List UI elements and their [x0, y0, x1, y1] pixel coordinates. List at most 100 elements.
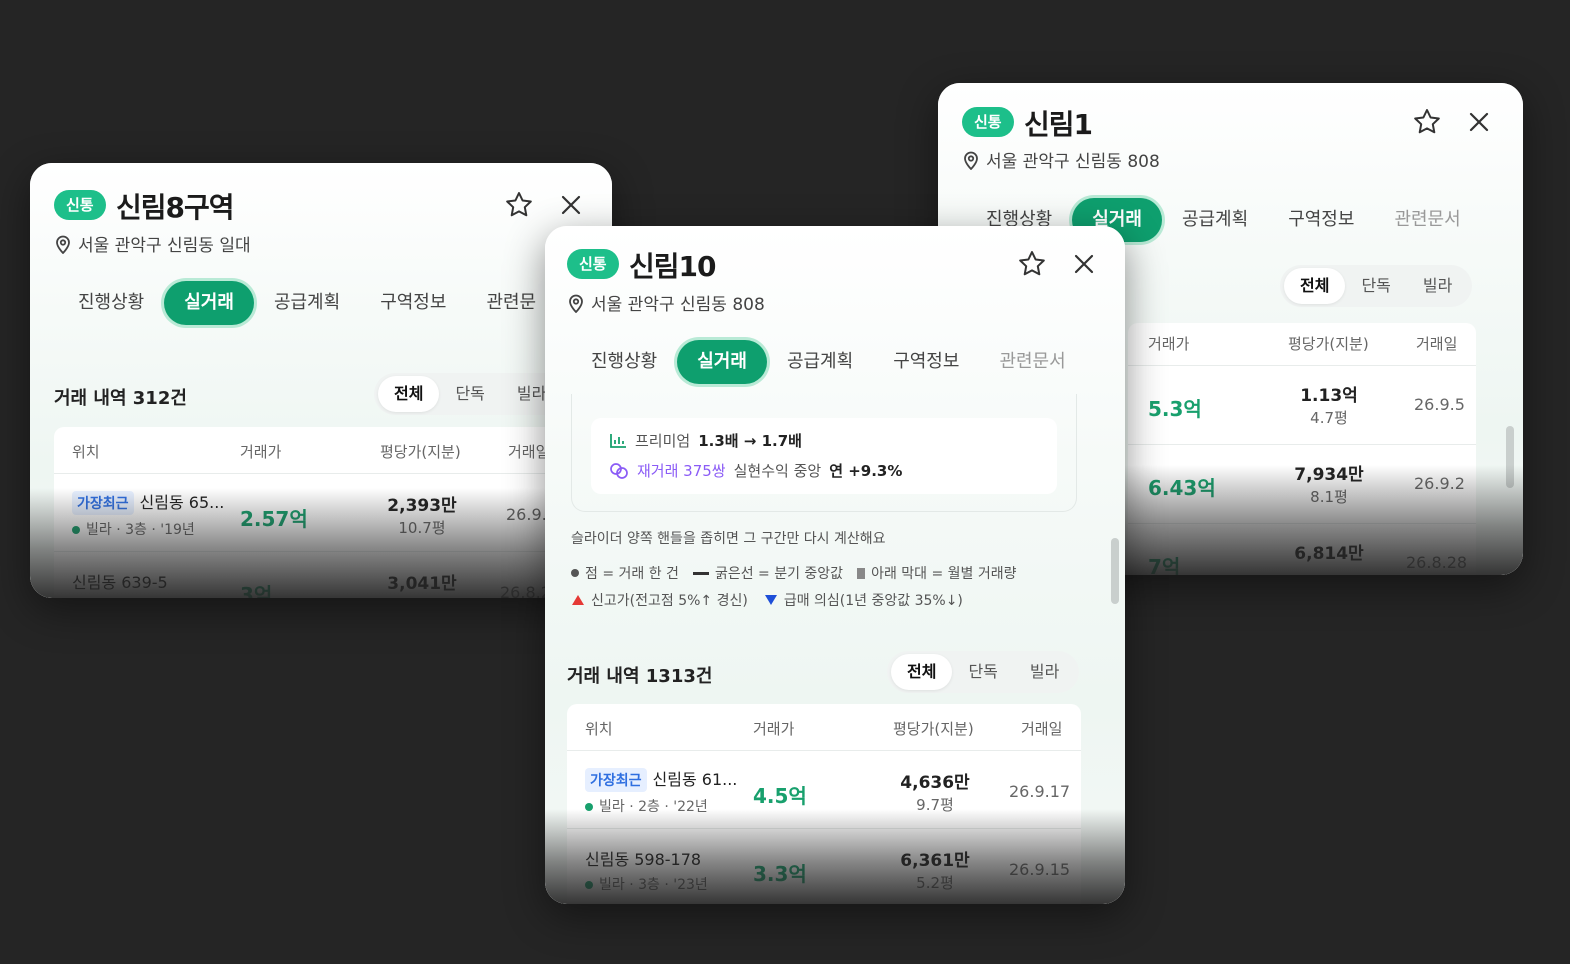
address: 서울 관악구 신림동 808: [567, 290, 765, 315]
close-icon[interactable]: [556, 190, 586, 220]
bar-legend-icon: [857, 567, 866, 579]
col-date: 거래일: [1416, 335, 1458, 353]
bar-chart-icon: [610, 433, 626, 448]
table-row[interactable]: 신림동 598-178 빌라 · 3층 · '23년: [585, 846, 708, 894]
tab-bar: 진행상황 실거래 공급계획 구역정보 관련문: [58, 276, 556, 330]
row-date: 26.8.2: [500, 583, 551, 598]
retrade-text: 실현수익 중앙: [733, 462, 822, 480]
row-meta: 빌라 · 3층 · '19년: [86, 522, 195, 538]
row-ppy: 2,393만: [387, 496, 457, 516]
row-meta: 빌라 · 3층 · '23년: [599, 877, 708, 893]
link-coins-icon: [610, 462, 628, 479]
panel-title: 신림8구역: [116, 191, 235, 224]
tab-documents[interactable]: 관련문서: [979, 340, 1085, 384]
slider-hint: 슬라이더 양쪽 핸들을 좁히면 그 구간만 다시 계산해요: [571, 531, 886, 547]
status-dot: [585, 802, 593, 811]
tab-transactions[interactable]: 실거래: [164, 281, 254, 325]
row-pyeong: 9.7평: [916, 796, 954, 814]
filter-all[interactable]: 전체: [891, 654, 953, 690]
row-ppy: 6,814만: [1294, 544, 1364, 564]
tab-zone-info[interactable]: 구역정보: [873, 340, 979, 384]
row-ppy: 4,636만: [900, 773, 970, 793]
row-price: 3억: [240, 583, 273, 598]
filter-villa[interactable]: 빌라: [1407, 268, 1468, 304]
tab-progress[interactable]: 진행상황: [58, 281, 164, 325]
table-row[interactable]: 가장최근 신림동 61... 빌라 · 2층 · '22년: [585, 766, 737, 816]
favorite-star-icon[interactable]: [504, 190, 534, 220]
latest-tag: 가장최근: [72, 491, 134, 515]
row-pyeong: 8.1평: [1310, 488, 1348, 506]
filter-all[interactable]: 전체: [1284, 268, 1346, 304]
col-price-per-pyeong: 평당가(지분): [1288, 335, 1369, 353]
type-filter: 전체 단독 빌라: [1280, 265, 1473, 307]
line-legend-icon: [692, 571, 709, 575]
status-dot: [585, 880, 593, 889]
section-title: 거래 내역 312건: [54, 388, 187, 409]
row-date: 26.9.17: [1009, 782, 1071, 801]
tab-supply-plan[interactable]: 공급계획: [767, 340, 873, 384]
row-date: 26.9.5: [1414, 395, 1465, 414]
row-pyeong: 5.2평: [916, 874, 954, 892]
row-location: 신림동 639-5: [72, 573, 168, 592]
scrollbar[interactable]: [1506, 426, 1514, 488]
row-price: 2.57억: [240, 507, 308, 531]
tab-supply-plan[interactable]: 공급계획: [1162, 198, 1268, 242]
sintong-badge: 신통: [567, 249, 619, 279]
address: 서울 관악구 신림동 일대: [54, 231, 251, 256]
filter-all[interactable]: 전체: [378, 376, 440, 412]
row-ppy: 6,361만: [900, 851, 970, 871]
row-price: 7억: [1148, 555, 1181, 575]
address-text: 서울 관악구 신림동 808: [986, 152, 1160, 172]
tab-supply-plan[interactable]: 공급계획: [254, 281, 360, 325]
chart-legend-2: 신고가(전고점 5%↑ 경신) 급매 의심(1년 중앙값 35%↓): [571, 590, 963, 610]
tab-bar: 진행상황 실거래 공급계획 구역정보 관련문서: [571, 335, 1086, 389]
location-pin-icon: [569, 294, 583, 313]
close-icon[interactable]: [1464, 107, 1494, 137]
location-pin-icon: [56, 235, 70, 254]
row-location: 신림동 65...: [139, 493, 225, 512]
tab-transactions[interactable]: 실거래: [677, 340, 767, 384]
row-ppy: 1.13억: [1300, 386, 1358, 406]
row-meta: 빌라 · 2층 · '22년: [599, 799, 708, 815]
tab-zone-info[interactable]: 구역정보: [360, 281, 466, 325]
col-price: 거래가: [1148, 335, 1190, 353]
tab-documents[interactable]: 관련문서: [1374, 198, 1480, 242]
filter-detached[interactable]: 단독: [1345, 268, 1406, 304]
sintong-badge: 신통: [54, 190, 106, 220]
transactions-table: 위치 거래가 평당가(지분) 거래일 가장최근 신림동 61... 빌라 · 2층…: [567, 704, 1081, 904]
col-location: 위치: [72, 443, 100, 461]
col-price: 거래가: [240, 443, 282, 461]
filter-detached[interactable]: 단독: [952, 654, 1013, 690]
favorite-star-icon[interactable]: [1412, 107, 1442, 137]
filter-villa[interactable]: 빌라: [1014, 654, 1075, 690]
panel-title: 신림10: [629, 250, 716, 283]
tab-progress[interactable]: 진행상황: [571, 340, 677, 384]
row-ppy: 7,934만: [1294, 465, 1364, 485]
tab-zone-info[interactable]: 구역정보: [1268, 198, 1374, 242]
type-filter: 전체 단독 빌라: [887, 651, 1080, 693]
legend-new-high: 신고가(전고점 5%↑ 경신): [591, 593, 748, 609]
filter-detached[interactable]: 단독: [439, 376, 500, 412]
premium-label: 프리미엄: [635, 432, 691, 450]
address: 서울 관악구 신림동 808: [962, 147, 1160, 172]
close-icon[interactable]: [1069, 249, 1099, 279]
col-date: 거래일: [1021, 720, 1063, 738]
row-location: 신림동 598-178: [585, 850, 702, 869]
favorite-star-icon[interactable]: [1017, 249, 1047, 279]
table-row[interactable]: 가장최근 신림동 65... 빌라 · 3층 · '19년: [72, 489, 224, 539]
address-text: 서울 관악구 신림동 일대: [78, 236, 251, 256]
sintong-badge: 신통: [962, 107, 1014, 137]
premium-value: 1.3배 → 1.7배: [698, 432, 802, 450]
section-title: 거래 내역 1313건: [567, 666, 713, 687]
type-filter: 전체 단독 빌라: [374, 373, 567, 415]
scrollbar[interactable]: [1111, 538, 1119, 604]
dot-legend-icon: [571, 569, 579, 577]
col-price-per-pyeong: 평당가(지분): [380, 443, 461, 461]
triangle-down-icon: [764, 595, 777, 605]
panel-title: 신림1: [1024, 108, 1093, 141]
col-price: 거래가: [753, 720, 795, 738]
row-price: 3.3억: [753, 862, 807, 886]
triangle-up-icon: [572, 595, 584, 605]
tab-documents[interactable]: 관련문: [466, 281, 556, 325]
latest-tag: 가장최근: [585, 768, 647, 792]
